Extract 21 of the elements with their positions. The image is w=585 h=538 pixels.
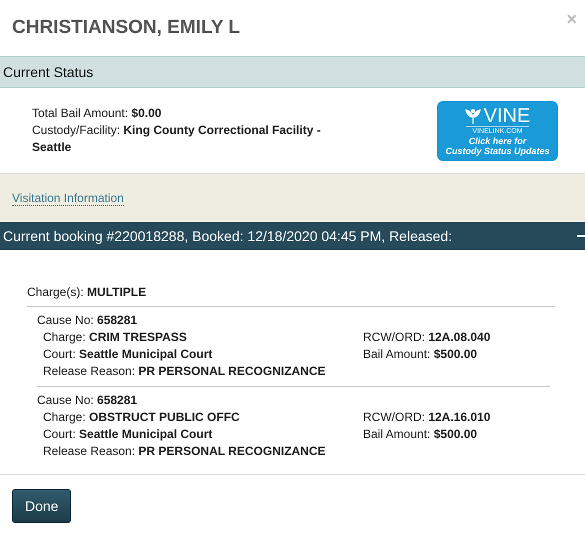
charge-detail: Charge: CRIM TRESPASS	[43, 329, 188, 346]
charge-detail: Bail Amount: $500.00	[363, 426, 478, 443]
dialog-title: CHRISTIANSON, EMILY L	[12, 17, 240, 39]
booking-title: Current booking #220018288, Booked: 12/18/2020 04:45 PM, Released:	[3, 228, 452, 244]
cause-number: Cause No: 658281	[37, 312, 138, 329]
section-title: Current Status	[3, 64, 94, 80]
visitation-link[interactable]: Visitation Information	[12, 190, 124, 206]
status-line: Total Bail Amount: $0.00	[32, 105, 162, 122]
charge-detail: Charge: OBSTRUCT PUBLIC OFFC	[43, 409, 241, 426]
done-button[interactable]: Done	[12, 489, 72, 523]
leaf-icon	[464, 108, 481, 124]
charge-detail: Release Reason: PR PERSONAL RECOGNIZANCE	[43, 443, 327, 460]
cause-number: Cause No: 658281	[37, 392, 138, 409]
status-line: Custody/Facility: King County Correctional Facility - Seattle	[32, 122, 322, 156]
charge-detail: Release Reason: PR PERSONAL RECOGNIZANCE	[43, 363, 327, 380]
charge-detail: Court: Seattle Municipal Court	[43, 346, 214, 363]
charge-detail: Court: Seattle Municipal Court	[43, 426, 214, 443]
charge-detail: RCW/ORD: 12A.16.010	[363, 409, 492, 426]
charge-detail: RCW/ORD: 12A.08.040	[363, 329, 492, 346]
charge-detail: Bail Amount: $500.00	[363, 346, 478, 363]
charges-summary: Charge(s): MULTIPLE	[27, 284, 555, 307]
